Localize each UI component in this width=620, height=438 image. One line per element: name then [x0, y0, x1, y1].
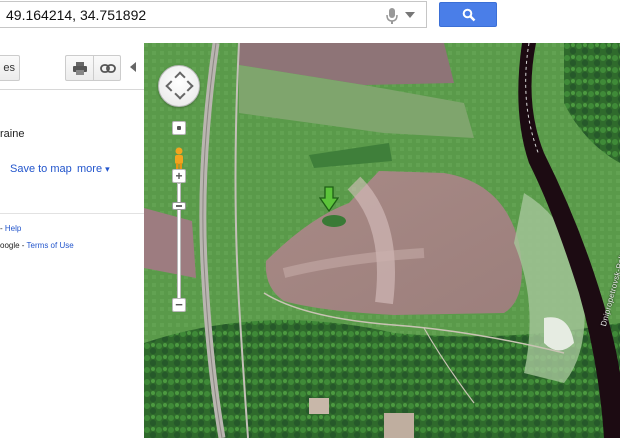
more-label: more — [77, 163, 103, 175]
place-name: raine — [0, 128, 25, 140]
pan-left-icon[interactable] — [165, 80, 177, 92]
help-line: - Help — [0, 224, 21, 233]
more-link[interactable]: more ▾ — [77, 163, 110, 175]
pan-control[interactable] — [158, 65, 200, 107]
pan-right-icon[interactable] — [182, 80, 194, 92]
terms-prefix: oogle - — [0, 241, 25, 250]
chevron-left-icon[interactable] — [130, 62, 136, 72]
chain-link-icon[interactable] — [100, 64, 116, 73]
search-input[interactable] — [6, 6, 366, 24]
satellite-map[interactable]: + − Dnipropetrovsk-Poltava — [144, 43, 620, 438]
chevron-down-icon[interactable] — [405, 12, 415, 18]
help-link[interactable]: Help — [5, 224, 21, 233]
pegman-icon[interactable] — [173, 147, 185, 171]
panel-toolbar — [65, 55, 121, 81]
search-button[interactable] — [439, 2, 497, 27]
center-map-button[interactable] — [172, 121, 186, 135]
satellite-imagery — [144, 43, 620, 438]
printer-icon[interactable] — [73, 62, 87, 75]
left-panel: es raine Save to map more ▾ - Help oogle… — [0, 43, 144, 438]
help-prefix: - — [0, 224, 3, 233]
panel-divider — [0, 213, 144, 214]
zoom-out-button[interactable]: − — [172, 298, 186, 312]
top-search-bar — [0, 0, 620, 32]
zoom-slider-handle[interactable] — [172, 202, 186, 210]
toolbar-divider — [93, 56, 94, 80]
green-arrow-marker-icon[interactable] — [319, 186, 339, 212]
terms-of-use-link[interactable]: Terms of Use — [27, 241, 74, 250]
terms-line: oogle - Terms of Use — [0, 241, 74, 250]
pan-up-icon[interactable] — [174, 71, 186, 83]
search-box[interactable] — [0, 1, 427, 28]
pan-down-icon[interactable] — [174, 88, 186, 100]
save-to-map-link[interactable]: Save to map — [10, 163, 72, 175]
caret-down-icon: ▾ — [105, 164, 110, 174]
zoom-slider-track[interactable] — [177, 183, 181, 301]
tab-button[interactable]: es — [0, 55, 20, 81]
magnifier-icon — [462, 8, 476, 22]
panel-header: es — [0, 43, 144, 90]
microphone-icon[interactable] — [385, 7, 399, 25]
zoom-in-button[interactable]: + — [172, 169, 186, 183]
